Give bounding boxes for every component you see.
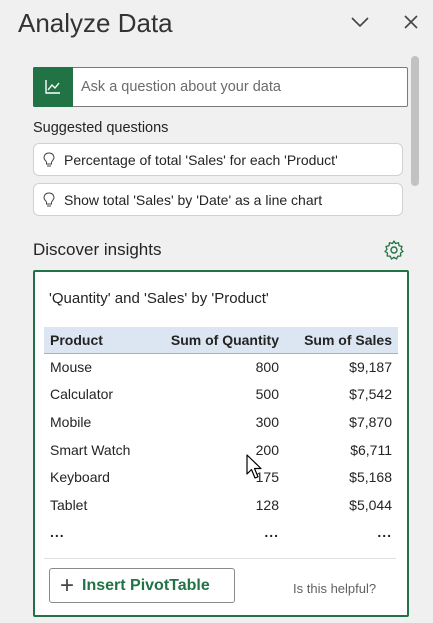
- cell-product: Tablet: [50, 496, 88, 513]
- column-header: Sum of Quantity: [150, 327, 285, 354]
- pane-title: Analyze Data: [18, 8, 173, 38]
- ask-question-box[interactable]: [33, 67, 408, 107]
- is-this-helpful-link[interactable]: Is this helpful?: [293, 581, 376, 596]
- cell-quantity: 200: [255, 441, 279, 458]
- insight-card[interactable]: 'Quantity' and 'Sales' by 'Product' Prod…: [33, 270, 409, 617]
- cell-quantity: 175: [255, 469, 279, 486]
- suggested-question-1[interactable]: Percentage of total 'Sales' for each 'Pr…: [33, 143, 403, 176]
- table-row: Smart Watch 200 $6,711: [44, 436, 398, 464]
- cell-sales: $7,870: [349, 413, 392, 430]
- gear-icon: [384, 240, 404, 260]
- suggested-question-2[interactable]: Show total 'Sales' by 'Date' as a line c…: [33, 183, 403, 216]
- table-header-row: Product Sum of Quantity Sum of Sales: [44, 327, 398, 354]
- close-pane-button[interactable]: [399, 10, 423, 34]
- cell-product: Mouse: [50, 359, 93, 376]
- cell-quantity: 500: [255, 386, 279, 403]
- close-icon: [404, 15, 418, 29]
- ask-question-input[interactable]: [73, 68, 407, 106]
- cell-sales: $6,711: [350, 441, 392, 458]
- pane-options-button[interactable]: [348, 10, 372, 34]
- pane-header: Analyze Data: [0, 0, 433, 50]
- cell-sales: $5,168: [349, 469, 392, 486]
- plus-icon: +: [60, 571, 75, 599]
- cell-product: ...: [50, 524, 65, 541]
- cell-quantity: ...: [264, 524, 279, 541]
- pane-scrollbar[interactable]: [411, 56, 419, 186]
- card-divider: [44, 558, 396, 559]
- suggested-question-text: Percentage of total 'Sales' for each 'Pr…: [64, 151, 338, 168]
- table-row: Tablet 128 $5,044: [44, 491, 398, 519]
- cell-product: Calculator: [50, 386, 114, 403]
- discover-insights-title: Discover insights: [33, 240, 162, 259]
- mouse-cursor-icon: [246, 454, 262, 479]
- lightbulb-icon: [40, 151, 58, 169]
- insert-pivottable-button[interactable]: + Insert PivotTable: [49, 568, 235, 603]
- cell-product: Smart Watch: [50, 441, 131, 458]
- cell-product: Keyboard: [50, 469, 110, 486]
- cell-sales: ...: [377, 524, 392, 541]
- suggested-question-text: Show total 'Sales' by 'Date' as a line c…: [64, 191, 323, 208]
- cell-sales: $9,187: [349, 359, 392, 376]
- insert-pivottable-label: Insert PivotTable: [82, 576, 210, 594]
- ask-icon-wrap: [33, 67, 73, 107]
- cell-product: Mobile: [50, 413, 92, 430]
- table-row-more: ... ... ...: [44, 519, 398, 547]
- insight-table: Product Sum of Quantity Sum of Sales Mou…: [44, 327, 398, 546]
- lightbulb-icon: [40, 191, 58, 209]
- table-row: Mobile 300 $7,870: [44, 408, 398, 436]
- table-row: Keyboard 175 $5,168: [44, 463, 398, 491]
- cell-quantity: 300: [255, 413, 279, 430]
- insights-settings-button[interactable]: [383, 239, 405, 261]
- table-row: Mouse 800 $9,187: [44, 353, 398, 381]
- column-header: Product: [44, 327, 150, 354]
- cell-sales: $7,542: [349, 386, 392, 403]
- table-row: Calculator 500 $7,542: [44, 381, 398, 409]
- cell-quantity: 800: [255, 359, 279, 376]
- suggested-questions-label: Suggested questions: [33, 120, 169, 136]
- chevron-down-icon: [351, 17, 369, 28]
- insight-title: 'Quantity' and 'Sales' by 'Product': [49, 290, 269, 307]
- cell-quantity: 128: [255, 496, 279, 513]
- column-header: Sum of Sales: [285, 327, 398, 354]
- line-chart-icon: [45, 80, 60, 94]
- cell-sales: $5,044: [349, 496, 392, 513]
